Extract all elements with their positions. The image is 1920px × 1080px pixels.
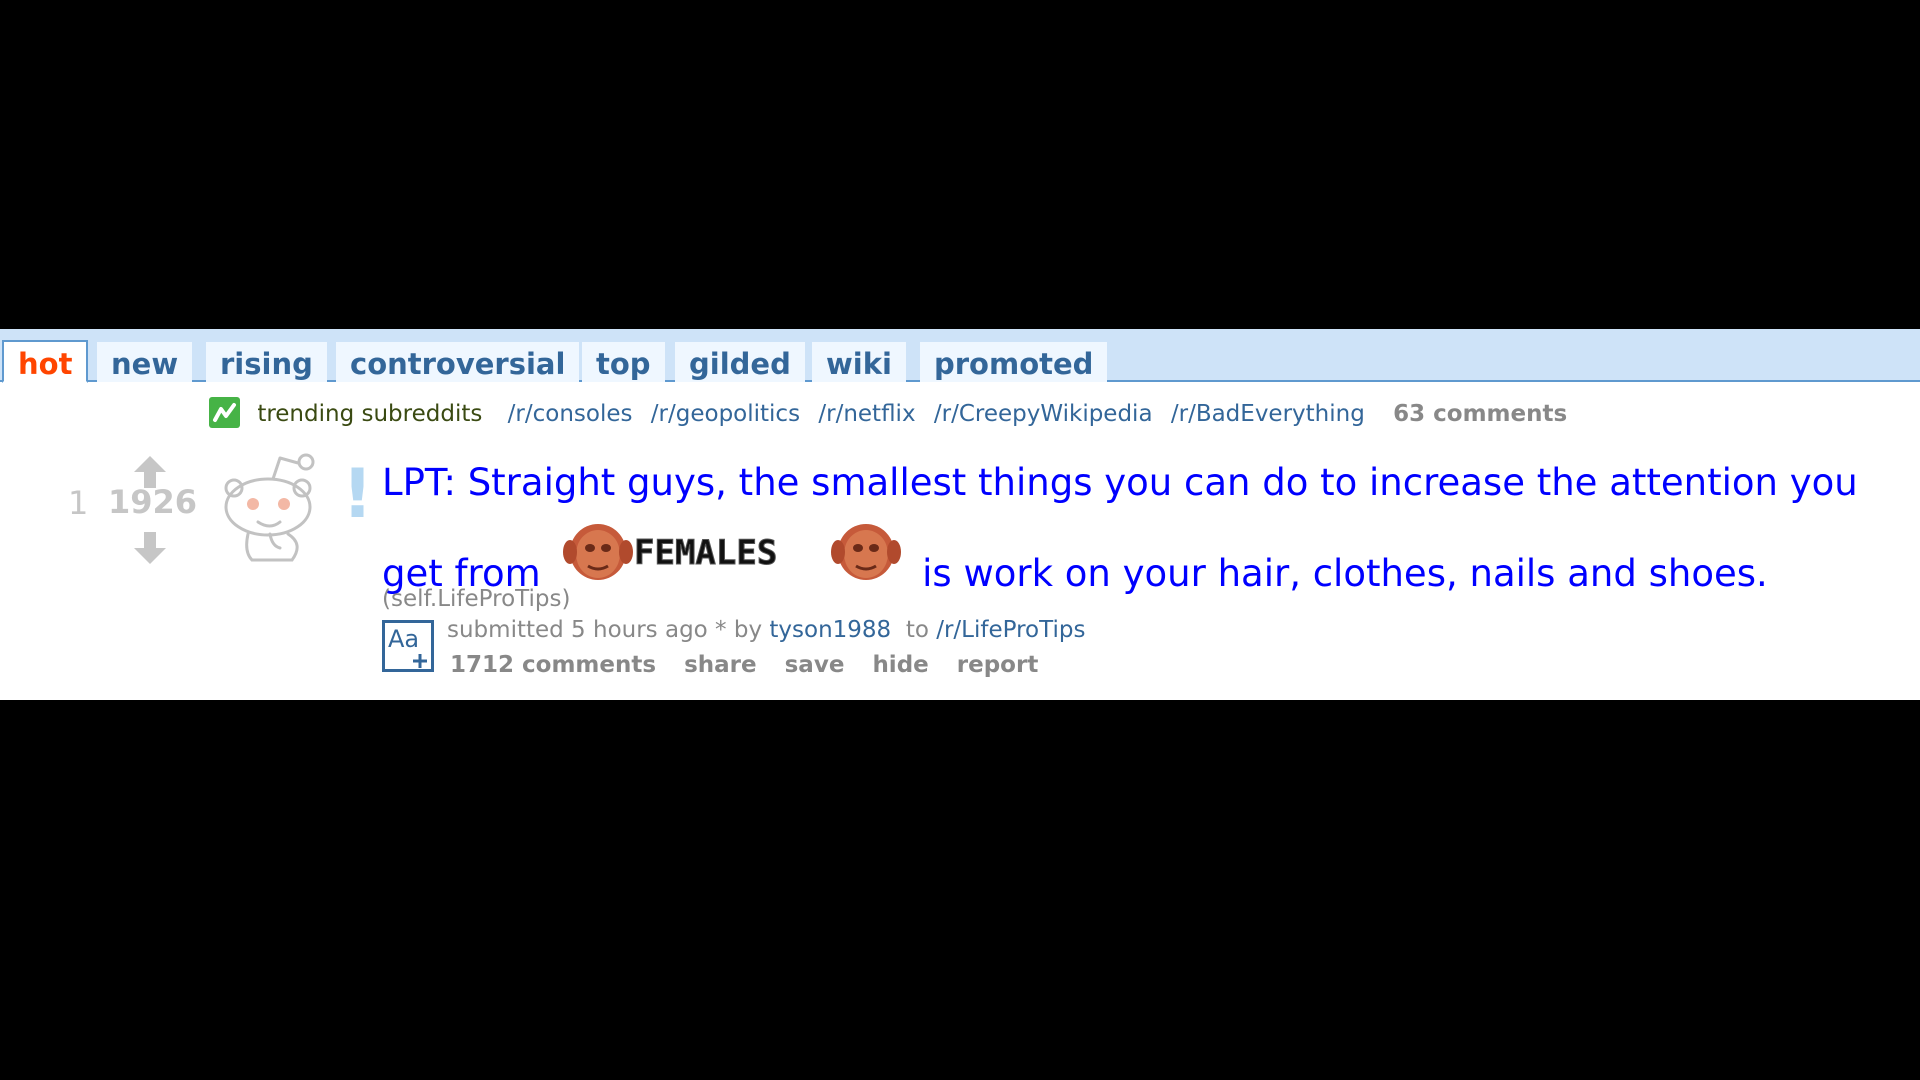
trending-sr-link[interactable]: /r/CreepyWikipedia (934, 401, 1153, 427)
females-image-icon: FEMALES (562, 520, 902, 590)
hide-button[interactable]: hide (872, 652, 928, 678)
tab-promoted[interactable]: promoted (920, 342, 1108, 382)
post-tagline: submitted 5 hours ago * by tyson1988 to … (447, 617, 1085, 643)
trending-comments-link[interactable]: 63 comments (1393, 401, 1567, 427)
post-score: 1926 (108, 483, 198, 521)
post-title-text-2: is work on your hair, clothes, nails and… (922, 552, 1768, 595)
svg-text:FEMALES: FEMALES (634, 533, 777, 573)
subreddit-link[interactable]: /r/LifeProTips (936, 617, 1085, 643)
svg-text:Aa: Aa (388, 625, 419, 653)
tagline-submitted: submitted 5 hours ago * by (447, 617, 763, 643)
downvote-arrow-icon[interactable] (132, 530, 168, 566)
report-button[interactable]: report (957, 652, 1039, 678)
trending-sr-link[interactable]: /r/netflix (818, 401, 915, 427)
trending-sr-link[interactable]: /r/consoles (508, 401, 633, 427)
tab-gilded[interactable]: gilded (675, 342, 805, 382)
flair-aa-icon[interactable]: Aa (382, 620, 434, 672)
post-action-buttons: 1712 comments share save hide report (450, 652, 1058, 678)
post-rank: 1 (68, 484, 89, 522)
exclamation-mark-icon: ! (342, 455, 374, 534)
post-title-link[interactable]: LPT: Straight guys, the smallest things … (382, 446, 1892, 611)
tab-wiki[interactable]: wiki (812, 342, 906, 382)
tab-top[interactable]: top (582, 342, 665, 382)
share-button[interactable]: share (684, 652, 757, 678)
trending-label: trending subreddits (257, 401, 483, 427)
post-domain[interactable]: (self.LifeProTips) (382, 586, 570, 612)
author-link[interactable]: tyson1988 (769, 617, 891, 643)
trending-subreddits-bar: trending subreddits /r/consoles /r/geopo… (209, 397, 1567, 431)
save-button[interactable]: save (785, 652, 845, 678)
tagline-to: to (905, 617, 929, 643)
trending-icon (209, 397, 240, 428)
trending-sr-link[interactable]: /r/geopolitics (651, 401, 800, 427)
tab-controversial[interactable]: controversial (336, 342, 580, 382)
tab-hot[interactable]: hot (2, 340, 89, 383)
comments-button[interactable]: 1712 comments (450, 652, 656, 678)
tab-new[interactable]: new (97, 342, 193, 382)
reddit-alien-thumbnail-icon[interactable] (218, 452, 328, 562)
tab-rising[interactable]: rising (206, 342, 327, 382)
trending-sr-link[interactable]: /r/BadEverything (1171, 401, 1365, 427)
reddit-listing-frame: hot new rising controversial top gilded … (0, 329, 1920, 700)
sort-tab-bar: hot new rising controversial top gilded … (0, 329, 1920, 383)
